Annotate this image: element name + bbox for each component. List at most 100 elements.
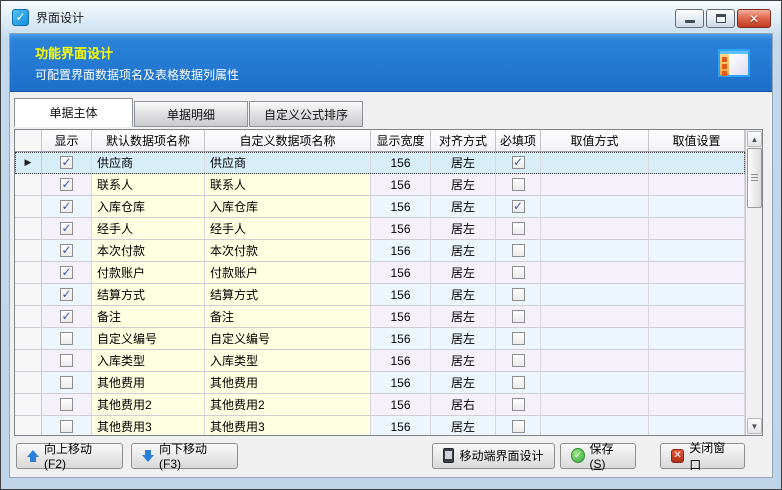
required-checkbox[interactable] [512,398,525,411]
table-row[interactable]: ▶ 联系人 联系人 156 居左 [15,174,745,196]
col-header-display-width[interactable]: 显示宽度 [371,130,431,151]
value-method-cell[interactable] [541,196,649,217]
required-checkbox[interactable] [512,376,525,389]
value-setting-cell[interactable] [649,372,745,393]
table-row[interactable]: ▶ 其他费用 其他费用 156 居左 [15,372,745,394]
default-name-cell[interactable]: 自定义编号 [92,328,205,349]
required-cell[interactable] [496,262,541,283]
show-checkbox[interactable] [60,200,73,213]
close-window-button[interactable]: ✕ 关闭窗口 [660,443,745,469]
show-cell[interactable] [42,284,92,305]
maximize-button[interactable] [706,9,735,28]
required-checkbox[interactable] [512,156,525,169]
show-checkbox[interactable] [60,376,73,389]
show-checkbox[interactable] [60,332,73,345]
display-width-cell[interactable]: 156 [371,240,431,261]
value-setting-cell[interactable] [649,394,745,415]
default-name-cell[interactable]: 入库类型 [92,350,205,371]
value-method-cell[interactable] [541,328,649,349]
default-name-cell[interactable]: 联系人 [92,174,205,195]
align-cell[interactable]: 居左 [431,284,496,305]
show-checkbox[interactable] [60,156,73,169]
default-name-cell[interactable]: 供应商 [92,152,205,173]
show-checkbox[interactable] [60,288,73,301]
show-cell[interactable] [42,240,92,261]
show-checkbox[interactable] [60,420,73,433]
required-checkbox[interactable] [512,420,525,433]
move-up-button[interactable]: 向上移动(F2) [16,443,123,469]
value-method-cell[interactable] [541,152,649,173]
col-header-required[interactable]: 必填项 [496,130,541,151]
required-checkbox[interactable] [512,332,525,345]
required-cell[interactable] [496,196,541,217]
custom-name-cell[interactable]: 付款账户 [205,262,371,283]
table-row[interactable]: ▶ 备注 备注 156 居左 [15,306,745,328]
required-checkbox[interactable] [512,310,525,323]
display-width-cell[interactable]: 156 [371,152,431,173]
display-width-cell[interactable]: 156 [371,350,431,371]
align-cell[interactable]: 居左 [431,306,496,327]
show-checkbox[interactable] [60,354,73,367]
show-cell[interactable] [42,218,92,239]
vertical-scrollbar[interactable]: ▲ ▼ [745,130,762,435]
show-checkbox[interactable] [60,244,73,257]
custom-name-cell[interactable]: 本次付款 [205,240,371,261]
align-cell[interactable]: 居左 [431,262,496,283]
required-checkbox[interactable] [512,288,525,301]
move-down-button[interactable]: 向下移动(F3) [131,443,238,469]
close-button[interactable]: ✕ [737,9,771,28]
table-row[interactable]: ▶ 自定义编号 自定义编号 156 居左 [15,328,745,350]
display-width-cell[interactable]: 156 [371,196,431,217]
custom-name-cell[interactable]: 供应商 [205,152,371,173]
value-setting-cell[interactable] [649,328,745,349]
custom-name-cell[interactable]: 入库仓库 [205,196,371,217]
col-header-default-name[interactable]: 默认数据项名称 [92,130,205,151]
custom-name-cell[interactable]: 经手人 [205,218,371,239]
align-cell[interactable]: 居左 [431,174,496,195]
table-row[interactable]: ▶ 供应商 供应商 156 居左 [15,152,745,174]
custom-name-cell[interactable]: 其他费用 [205,372,371,393]
value-method-cell[interactable] [541,240,649,261]
required-checkbox[interactable] [512,200,525,213]
display-width-cell[interactable]: 156 [371,328,431,349]
display-width-cell[interactable]: 156 [371,262,431,283]
required-cell[interactable] [496,306,541,327]
col-header-value-method[interactable]: 取值方式 [541,130,649,151]
required-cell[interactable] [496,372,541,393]
align-cell[interactable]: 居左 [431,350,496,371]
custom-name-cell[interactable]: 入库类型 [205,350,371,371]
value-setting-cell[interactable] [649,416,745,436]
table-row[interactable]: ▶ 其他费用3 其他费用3 156 居左 [15,416,745,436]
show-checkbox[interactable] [60,310,73,323]
required-cell[interactable] [496,284,541,305]
default-name-cell[interactable]: 入库仓库 [92,196,205,217]
table-row[interactable]: ▶ 付款账户 付款账户 156 居左 [15,262,745,284]
tab-3[interactable]: 自定义公式排序 [249,101,363,127]
value-method-cell[interactable] [541,284,649,305]
show-checkbox[interactable] [60,398,73,411]
display-width-cell[interactable]: 156 [371,306,431,327]
show-cell[interactable] [42,262,92,283]
table-row[interactable]: ▶ 本次付款 本次付款 156 居左 [15,240,745,262]
value-setting-cell[interactable] [649,218,745,239]
display-width-cell[interactable]: 156 [371,174,431,195]
required-cell[interactable] [496,152,541,173]
display-width-cell[interactable]: 156 [371,218,431,239]
align-cell[interactable]: 居左 [431,240,496,261]
display-width-cell[interactable]: 156 [371,284,431,305]
align-cell[interactable]: 居左 [431,416,496,436]
custom-name-cell[interactable]: 联系人 [205,174,371,195]
show-cell[interactable] [42,174,92,195]
required-checkbox[interactable] [512,222,525,235]
show-cell[interactable] [42,196,92,217]
scroll-down-icon[interactable]: ▼ [747,418,762,434]
required-checkbox[interactable] [512,266,525,279]
value-method-cell[interactable] [541,262,649,283]
required-cell[interactable] [496,174,541,195]
value-method-cell[interactable] [541,372,649,393]
display-width-cell[interactable]: 156 [371,416,431,436]
required-checkbox[interactable] [512,244,525,257]
value-method-cell[interactable] [541,174,649,195]
tab-1[interactable]: 单据主体 [14,98,133,127]
display-width-cell[interactable]: 156 [371,372,431,393]
